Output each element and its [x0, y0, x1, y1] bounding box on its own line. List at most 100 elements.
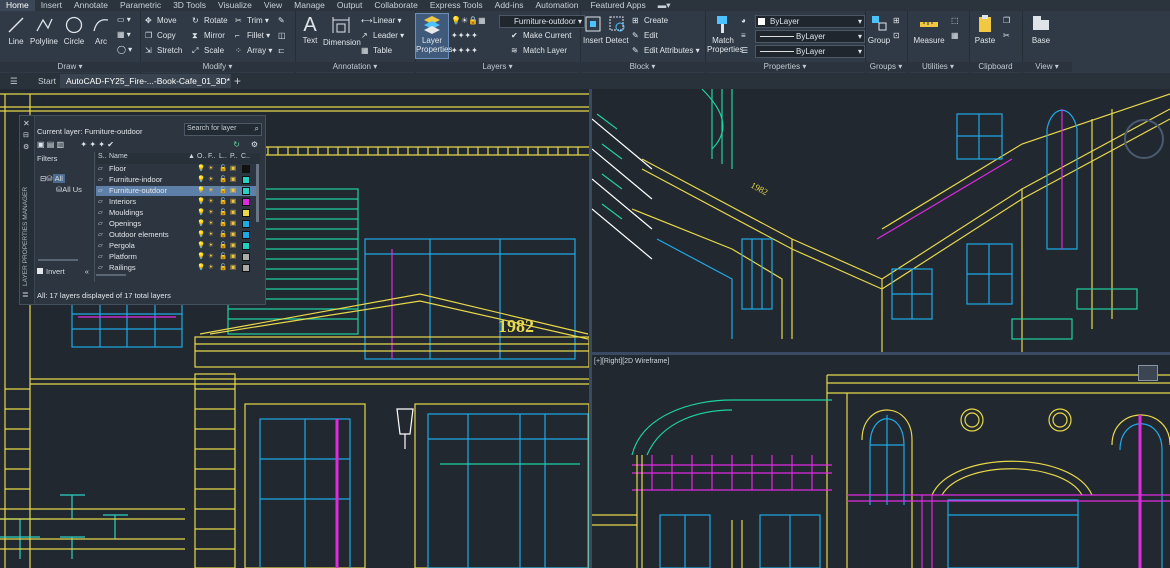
layer-state-icons[interactable]: 💡☀🔒▦	[451, 16, 486, 25]
on-bulb-icon[interactable]: 💡	[197, 186, 205, 196]
plot-icon[interactable]: ▣	[230, 186, 236, 196]
layer-row[interactable]: ▱ Openings 💡 ☀ 🔓 ▣	[96, 219, 256, 229]
text-tool[interactable]: A Text	[298, 14, 322, 45]
layer-properties-button[interactable]: Layer Properties	[415, 13, 452, 59]
pane-splitter[interactable]	[94, 152, 95, 282]
freeze-sun-icon[interactable]: ☀	[208, 175, 214, 185]
layer-row[interactable]: ▱ Pergola 💡 ☀ 🔓 ▣	[96, 241, 256, 251]
plot-icon[interactable]: ▣	[230, 175, 236, 185]
plot-icon[interactable]: ▣	[230, 164, 236, 174]
layer-tools-row-3[interactable]: ✦✦✦✦	[451, 46, 478, 55]
linear-button[interactable]: ⟷Linear ▾	[361, 16, 401, 25]
ribbon-tab-visualize[interactable]: Visualize	[212, 0, 258, 11]
offset-icon[interactable]: ⊏	[278, 46, 285, 55]
scale-button[interactable]: ⤢ Scale	[192, 46, 224, 55]
lock-icon[interactable]: 🔓	[219, 164, 227, 174]
ellipse-icon[interactable]: ◯ ▾	[117, 45, 132, 54]
current-layer-dropdown[interactable]: Furniture-outdoor ▾	[499, 15, 585, 28]
drawing-canvas[interactable]: 1982 1982 [+][Right][2D Wireframe] ✕ ⊟ ⚙…	[0, 89, 1170, 568]
lock-icon[interactable]: 🔓	[219, 219, 227, 229]
array-button[interactable]: ⁘ Array ▾	[235, 46, 272, 55]
layer-color-swatch[interactable]	[242, 176, 250, 184]
match-properties-button[interactable]: Match Properties	[707, 14, 743, 54]
select-icon[interactable]: ⬚	[951, 16, 959, 25]
freeze-sun-icon[interactable]: ☀	[208, 241, 214, 251]
col-name[interactable]: Name	[109, 153, 128, 160]
layer-row[interactable]: ▱ Interiors 💡 ☀ 🔓 ▣	[96, 197, 256, 207]
filter-scrollbar[interactable]	[38, 259, 78, 261]
ribbon-tab-view[interactable]: View	[258, 0, 288, 11]
lock-icon[interactable]: 🔓	[219, 175, 227, 185]
layer-row[interactable]: ▱ Furniture-indoor 💡 ☀ 🔓 ▣	[96, 175, 256, 185]
group-edit-icon[interactable]: ⊡	[893, 31, 900, 40]
lock-icon[interactable]: 🔓	[219, 230, 227, 240]
layer-color-swatch[interactable]	[242, 220, 250, 228]
ribbon-tab-express-tools[interactable]: Express Tools	[424, 0, 489, 11]
ungroup-icon[interactable]: ⊞	[893, 16, 900, 25]
layer-color-swatch[interactable]	[242, 165, 250, 173]
base-button[interactable]: Base	[1026, 14, 1056, 45]
rotate-button[interactable]: ↻ Rotate	[192, 16, 228, 25]
refresh-icon[interactable]: ↻	[233, 140, 240, 149]
invert-filter-checkbox[interactable]: Invert «	[37, 267, 89, 276]
plot-icon[interactable]: ▣	[230, 252, 236, 262]
annotation-panel-title[interactable]: Annotation ▾	[295, 62, 415, 72]
clipboard-panel-title[interactable]: Clipboard	[969, 62, 1022, 72]
lock-icon[interactable]: 🔓	[219, 197, 227, 207]
plot-icon[interactable]: ▣	[230, 219, 236, 229]
freeze-sun-icon[interactable]: ☀	[208, 252, 214, 262]
on-bulb-icon[interactable]: 💡	[197, 241, 205, 251]
layer-states-icon[interactable]: ▥	[57, 140, 65, 149]
properties-panel-title[interactable]: Properties ▾	[705, 62, 865, 72]
ribbon-tab-automation[interactable]: Automation	[529, 0, 584, 11]
layer-color-swatch[interactable]	[242, 187, 250, 195]
col-status[interactable]: S..	[98, 153, 107, 160]
layer-row[interactable]: ▱ Floor 💡 ☀ 🔓 ▣	[96, 164, 256, 174]
plot-icon[interactable]: ▣	[230, 208, 236, 218]
plot-icon[interactable]: ▣	[230, 263, 236, 273]
new-layer-icon[interactable]: ✦	[80, 140, 87, 149]
lock-icon[interactable]: 🔓	[219, 186, 227, 196]
insert-button[interactable]: Insert	[581, 14, 605, 45]
layer-color-swatch[interactable]	[242, 242, 250, 250]
erase-icon[interactable]: ✎	[278, 16, 285, 25]
copy-clip-icon[interactable]: ❐	[1003, 16, 1010, 25]
ribbon-tab-3d-tools[interactable]: 3D Tools	[167, 0, 212, 11]
linetype-dropdown[interactable]: ByLayer ▾	[755, 30, 865, 43]
new-property-filter-icon[interactable]: ▣	[37, 140, 45, 149]
view-panel-title[interactable]: View ▾	[1022, 62, 1072, 72]
new-group-filter-icon[interactable]: ▤	[47, 140, 55, 149]
paste-button[interactable]: Paste	[971, 14, 999, 45]
isometric-viewport[interactable]: 1982	[592, 89, 1170, 352]
settings-gear-icon[interactable]: ⚙	[251, 140, 258, 149]
delete-layer-icon[interactable]: ✦	[98, 140, 105, 149]
color-dropdown[interactable]: ByLayer ▾	[755, 15, 865, 28]
plot-icon[interactable]: ▣	[230, 241, 236, 251]
col-plot[interactable]: P..	[230, 153, 238, 160]
ribbon-tab-home[interactable]: Home	[0, 0, 35, 11]
groups-panel-title[interactable]: Groups ▾	[865, 62, 907, 72]
ribbon-tab-collaborate[interactable]: Collaborate	[368, 0, 423, 11]
lock-icon[interactable]: 🔓	[219, 208, 227, 218]
rectangle-icon[interactable]: ▭ ▾	[117, 15, 131, 24]
layer-row[interactable]: ▱ Platform 💡 ☀ 🔓 ▣	[96, 252, 256, 262]
measure-button[interactable]: Measure	[911, 14, 947, 45]
plot-icon[interactable]: ▣	[230, 197, 236, 207]
layer-color-swatch[interactable]	[242, 253, 250, 261]
settings-icon[interactable]: ⚙	[23, 143, 29, 151]
cut-icon[interactable]: ✂	[1003, 31, 1010, 40]
on-bulb-icon[interactable]: 💡	[197, 197, 205, 207]
mirror-button[interactable]: ⧗ Mirror	[192, 31, 225, 40]
layer-search-input[interactable]: Search for layer ⌕	[184, 123, 262, 136]
layer-row[interactable]: ▱ Mouldings 💡 ☀ 🔓 ▣	[96, 208, 256, 218]
leader-button[interactable]: ↗ Leader ▾	[361, 31, 404, 40]
layer-color-swatch[interactable]	[242, 198, 250, 206]
ribbon-tab-manage[interactable]: Manage	[288, 0, 331, 11]
freeze-sun-icon[interactable]: ☀	[208, 164, 214, 174]
layer-color-swatch[interactable]	[242, 209, 250, 217]
trim-button[interactable]: ✂ Trim ▾	[235, 16, 269, 25]
viewcube-compass[interactable]	[1124, 119, 1164, 159]
lock-icon[interactable]: 🔓	[219, 241, 227, 251]
close-icon[interactable]: ✕	[23, 119, 30, 128]
start-tab[interactable]: Start	[38, 74, 56, 88]
